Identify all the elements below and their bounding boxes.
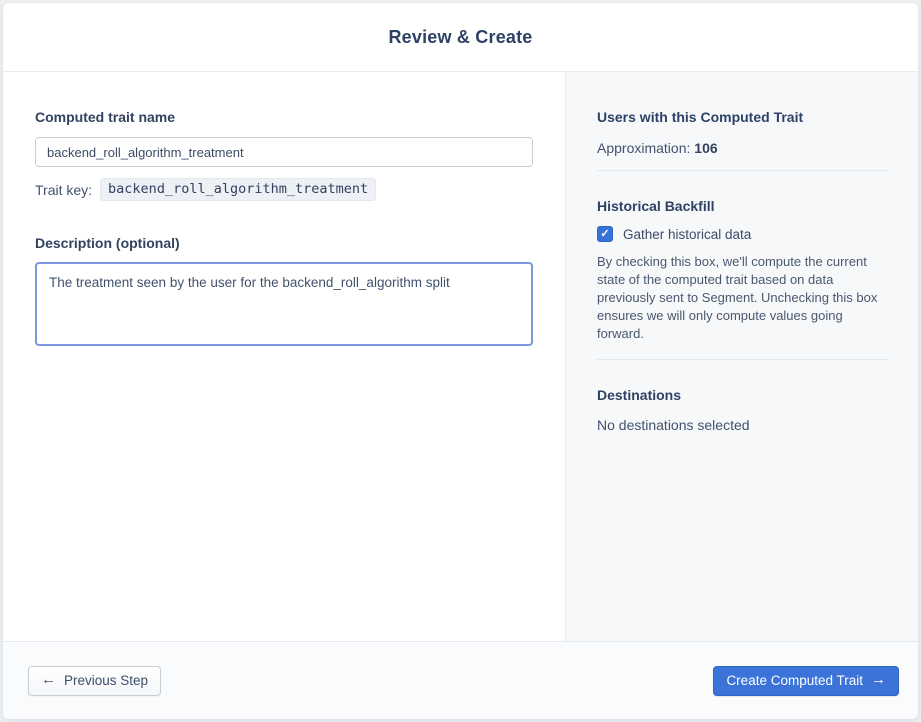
review-create-modal: Review & Create Computed trait name Trai… bbox=[3, 3, 918, 719]
description-textarea[interactable]: The treatment seen by the user for the b… bbox=[35, 262, 533, 346]
modal-footer: ← Previous Step Create Computed Trait → bbox=[3, 641, 918, 719]
description-label: Description (optional) bbox=[35, 235, 180, 251]
trait-key-label: Trait key: bbox=[35, 181, 93, 198]
checkmark-icon: ✓ bbox=[600, 227, 610, 240]
create-computed-trait-button[interactable]: Create Computed Trait → bbox=[713, 665, 899, 696]
create-computed-trait-label: Create Computed Trait bbox=[726, 673, 863, 688]
destinations-empty-text: No destinations selected bbox=[597, 417, 750, 433]
section-divider bbox=[597, 359, 888, 360]
modal-header: Review & Create bbox=[3, 3, 918, 72]
trait-key-row: Trait key: backend_roll_algorithm_treatm… bbox=[35, 178, 533, 201]
gather-historical-data-checkbox[interactable]: ✓ bbox=[597, 226, 613, 242]
trait-form-pane: Computed trait name Trait key: backend_r… bbox=[3, 72, 565, 641]
modal-body: Computed trait name Trait key: backend_r… bbox=[3, 72, 918, 641]
gather-historical-data-label: Gather historical data bbox=[623, 226, 752, 242]
approximation-label: Approximation: bbox=[597, 140, 691, 156]
page-title: Review & Create bbox=[388, 26, 533, 47]
gather-historical-data-row: ✓ Gather historical data bbox=[597, 226, 888, 242]
trait-key-chip: backend_roll_algorithm_treatment bbox=[100, 178, 377, 201]
approximation-value: 106 bbox=[694, 140, 718, 156]
arrow-right-icon: → bbox=[871, 671, 886, 688]
backfill-section-title: Historical Backfill bbox=[597, 198, 715, 214]
trait-name-label: Computed trait name bbox=[35, 109, 176, 125]
previous-step-button[interactable]: ← Previous Step bbox=[28, 665, 162, 696]
destinations-section-title: Destinations bbox=[597, 387, 682, 403]
summary-sidebar: Users with this Computed Trait Approxima… bbox=[565, 72, 918, 641]
previous-step-label: Previous Step bbox=[64, 673, 149, 688]
arrow-left-icon: ← bbox=[41, 671, 56, 688]
approximation-row: Approximation: 106 bbox=[597, 140, 888, 156]
users-section-title: Users with this Computed Trait bbox=[597, 109, 804, 125]
backfill-description: By checking this box, we'll compute the … bbox=[597, 254, 878, 341]
trait-name-input[interactable] bbox=[35, 137, 533, 167]
section-divider bbox=[597, 170, 888, 171]
